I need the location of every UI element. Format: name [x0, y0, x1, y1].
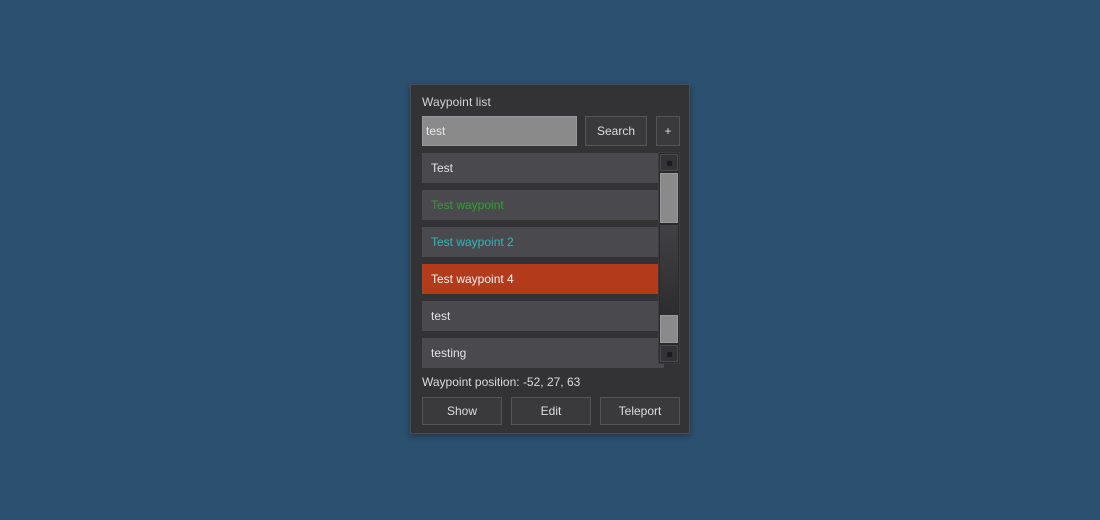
list-item[interactable]: testing [422, 338, 664, 368]
list-item-label: Test [431, 161, 453, 175]
scrollbar-track[interactable] [660, 225, 678, 327]
list-scrollbar[interactable] [658, 152, 680, 364]
search-input[interactable] [422, 116, 577, 146]
scroll-down-button[interactable] [660, 345, 678, 362]
page-title: Waypoint list [422, 95, 491, 109]
search-row: Search + [422, 116, 680, 146]
list-item[interactable]: Test waypoint 4 [422, 264, 664, 294]
list-item[interactable]: Test waypoint [422, 190, 664, 220]
list-item-label: Test waypoint 4 [431, 272, 514, 286]
teleport-button[interactable]: Teleport [600, 397, 680, 425]
list-item[interactable]: test [422, 301, 664, 331]
action-buttons: Show Edit Teleport [422, 397, 680, 425]
list-item[interactable]: Test waypoint 2 [422, 227, 664, 257]
scrollbar-thumb-lower[interactable] [660, 315, 678, 343]
waypoint-position-label: Waypoint position: -52, 27, 63 [422, 375, 580, 389]
add-waypoint-button[interactable]: + [656, 116, 680, 146]
waypoint-list-panel: Waypoint list Search + Test Test waypoint… [410, 84, 690, 434]
list-item-label: Test waypoint [431, 198, 504, 212]
list-item[interactable]: Test [422, 153, 664, 183]
scroll-up-arrow-icon [667, 161, 672, 166]
list-item-label: Test waypoint 2 [431, 235, 514, 249]
search-button[interactable]: Search [585, 116, 647, 146]
scrollbar-thumb[interactable] [660, 173, 678, 223]
list-item-label: testing [431, 346, 466, 360]
screen: Waypoint list Search + Test Test waypoint… [0, 0, 1100, 520]
waypoint-list-items: Test Test waypoint Test waypoint 2 Test way… [422, 153, 664, 368]
list-item-label: test [431, 309, 450, 323]
scroll-up-button[interactable] [660, 154, 678, 171]
edit-button[interactable]: Edit [511, 397, 591, 425]
show-button[interactable]: Show [422, 397, 502, 425]
scroll-down-arrow-icon [667, 352, 672, 357]
